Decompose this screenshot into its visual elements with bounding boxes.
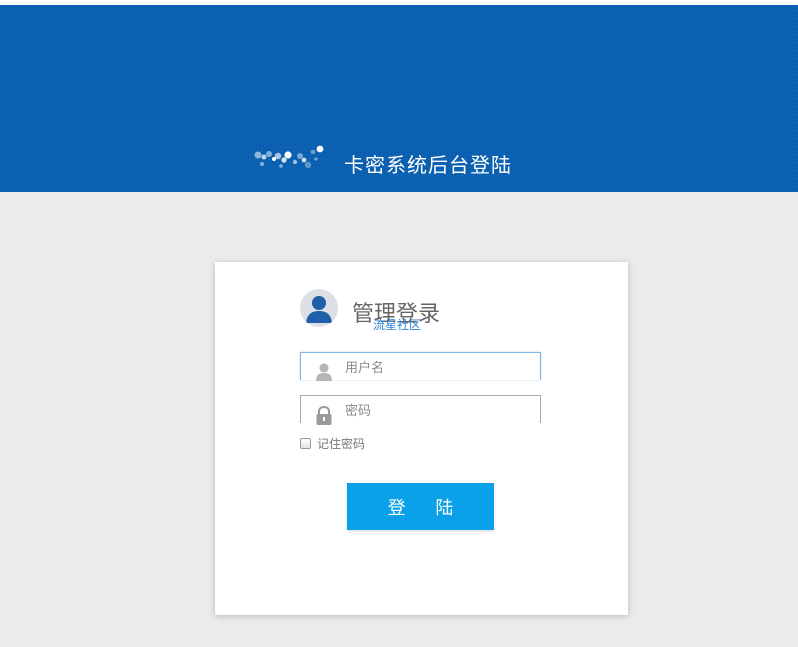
remember-label: 记住密码 xyxy=(317,436,366,451)
remember-password[interactable]: 记住密码 xyxy=(300,435,365,451)
username-input[interactable]: 用户名 xyxy=(300,352,541,381)
user-avatar-icon xyxy=(300,289,338,327)
login-button[interactable]: 登 陆 xyxy=(347,483,494,530)
header-banner: 卡密系统后台登陆 xyxy=(0,5,798,192)
user-icon xyxy=(316,363,332,381)
banner-title: 卡密系统后台登陆 xyxy=(344,153,512,177)
password-placeholder: 密码 xyxy=(345,404,372,419)
login-card: 管理登录 流星社区 用户名 密码 记住密码 登 陆 xyxy=(215,262,628,615)
lock-icon xyxy=(316,405,332,425)
username-placeholder: 用户名 xyxy=(345,361,385,376)
dotted-cloud-logo-icon xyxy=(254,145,324,169)
login-subtitle: 流星社区 xyxy=(373,318,422,332)
remember-checkbox[interactable] xyxy=(300,437,311,449)
password-input[interactable]: 密码 xyxy=(300,395,541,425)
